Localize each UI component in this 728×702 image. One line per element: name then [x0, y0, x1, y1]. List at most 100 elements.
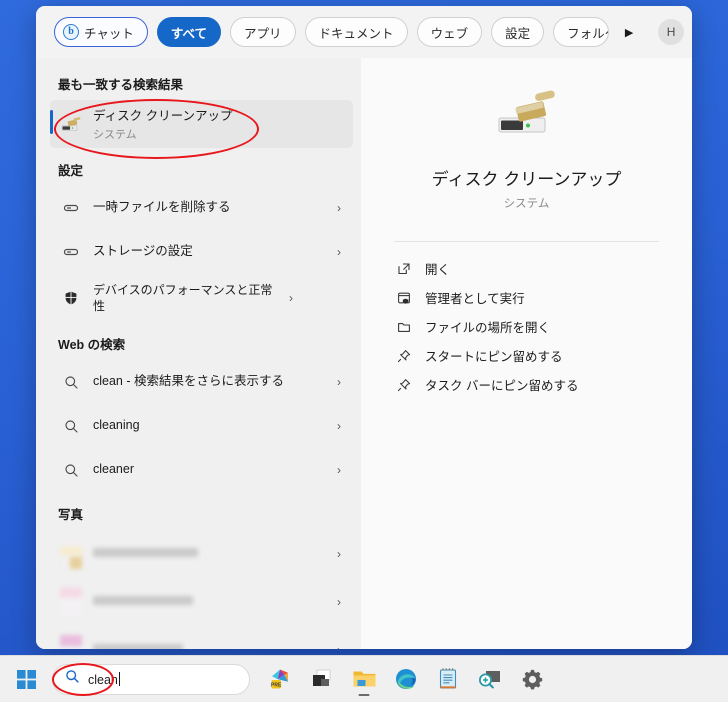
- photo-thumbnail: [60, 587, 82, 617]
- avatar-initial: H: [666, 25, 676, 39]
- open-external-icon: [396, 262, 412, 276]
- photo-item[interactable]: ›: [50, 530, 353, 578]
- taskbar-explorer-button[interactable]: [344, 659, 384, 699]
- task-view-icon: [313, 669, 331, 686]
- tab-all-label: すべて: [170, 26, 208, 41]
- windows-logo-icon: [16, 669, 36, 689]
- filter-tabbar: b チャット すべて アプリ ドキュメント ウェブ 設定 フォルダー ▶ H: [36, 6, 692, 58]
- notepad-icon: [439, 668, 457, 689]
- tab-settings[interactable]: 設定: [491, 17, 545, 47]
- chevron-right-icon: ›: [337, 419, 341, 433]
- action-run-as-administrator[interactable]: 管理者として実行: [394, 283, 659, 312]
- action-open[interactable]: 開く: [394, 254, 659, 283]
- tab-chat[interactable]: b チャット: [54, 17, 148, 47]
- taskbar-edge-button[interactable]: [386, 659, 426, 699]
- redacted-line: [93, 547, 198, 557]
- action-pin-taskbar-label: タスク バーにピン留めする: [425, 379, 579, 393]
- action-pin-to-start[interactable]: スタートにピン留めする: [394, 341, 659, 370]
- file-explorer-icon: [353, 671, 375, 687]
- chevron-right-icon: ›: [337, 245, 341, 259]
- run-as-admin-icon: [396, 291, 412, 305]
- search-flyout-window: b チャット すべて アプリ ドキュメント ウェブ 設定 フォルダー ▶ H: [36, 6, 692, 649]
- chevron-right-icon: ›: [337, 375, 341, 389]
- redacted-line: [93, 595, 193, 605]
- action-pin-to-taskbar[interactable]: タスク バーにピン留めする: [394, 370, 659, 399]
- overflow-arrow-glyph: ▶: [624, 26, 634, 39]
- storage-icon: [60, 200, 82, 216]
- tab-chat-label: チャット: [84, 26, 134, 41]
- web-item-clean-more-results[interactable]: clean - 検索結果をさらに表示する ›: [50, 360, 353, 404]
- result-item-text: ディスク クリーンアップ システム: [93, 107, 347, 142]
- tab-web[interactable]: ウェブ: [416, 17, 483, 47]
- preview-divider: [394, 241, 659, 242]
- tabbar-overflow-arrow-icon[interactable]: ▶: [618, 17, 640, 47]
- action-open-location-label: ファイルの場所を開く: [425, 321, 551, 335]
- photo-item-redacted-text: [93, 643, 326, 649]
- tab-settings-label: 設定: [505, 26, 531, 41]
- search-icon: [65, 669, 80, 689]
- tab-documents[interactable]: ドキュメント: [304, 17, 408, 47]
- taskbar-copilot-button[interactable]: PRE: [260, 659, 300, 699]
- chevron-right-icon: ›: [337, 463, 341, 477]
- bing-b-icon: b: [63, 24, 79, 40]
- taskbar-magnifier-button[interactable]: [470, 659, 510, 699]
- section-header-best-match: 最も一致する検索結果: [58, 78, 184, 92]
- taskbar-settings-button[interactable]: [512, 659, 552, 699]
- photo-thumbnail: [60, 635, 82, 649]
- web-item-cleaner[interactable]: cleaner ›: [50, 448, 353, 492]
- tab-folders-label: フォルダー: [567, 26, 608, 41]
- photo-thumbnail: [60, 539, 82, 569]
- section-header-web-search: Web の検索: [58, 338, 126, 352]
- preview-title: ディスク クリーンアップ: [431, 170, 622, 189]
- tab-folders[interactable]: フォルダー: [553, 17, 610, 47]
- text-caret: [118, 671, 120, 686]
- photo-item-redacted-text: [93, 595, 326, 609]
- taskbar-start-button[interactable]: [6, 659, 46, 699]
- disk-cleanup-icon: [491, 86, 563, 151]
- search-results-body: 最も一致する検索結果 ディスク クリーンアップ システム 設定 一時ファイルを削…: [36, 58, 692, 649]
- search-icon: [60, 375, 82, 390]
- edge-icon: [396, 669, 416, 689]
- running-indicator: [358, 693, 370, 696]
- folder-icon: [396, 320, 412, 334]
- settings-item-delete-temp-files[interactable]: 一時ファイルを削除する ›: [50, 186, 353, 230]
- magnifier-icon: [479, 671, 500, 689]
- taskbar-search-box[interactable]: clean: [52, 663, 250, 695]
- taskbar-taskview-button[interactable]: [302, 659, 342, 699]
- svg-text:PRE: PRE: [271, 682, 282, 688]
- settings-item-label: 一時ファイルを削除する: [93, 200, 231, 215]
- photo-item[interactable]: ›: [50, 578, 353, 626]
- chevron-right-icon: ›: [289, 291, 293, 305]
- office-copilot-icon: PRE: [271, 669, 288, 689]
- web-item-cleaning[interactable]: cleaning ›: [50, 404, 353, 448]
- settings-item-storage-settings[interactable]: ストレージの設定 ›: [50, 230, 353, 274]
- taskbar-notepad-button[interactable]: [428, 659, 468, 699]
- tab-apps[interactable]: アプリ: [230, 17, 296, 47]
- tab-documents-label: ドキュメント: [318, 26, 394, 41]
- tab-all[interactable]: すべて: [156, 17, 222, 47]
- chevron-right-icon: ›: [337, 595, 341, 609]
- chevron-right-icon: ›: [337, 643, 347, 649]
- photo-item-redacted-text: [93, 547, 326, 561]
- action-open-label: 開く: [425, 263, 451, 277]
- taskbar-search-input[interactable]: clean: [88, 671, 120, 687]
- shield-icon: [60, 290, 82, 306]
- result-item-disk-cleanup[interactable]: ディスク クリーンアップ システム: [50, 100, 353, 148]
- action-run-as-admin-label: 管理者として実行: [425, 292, 525, 306]
- preview-pane: ディスク クリーンアップ システム 開く 管理者として実行 ファイルの場所を開く…: [361, 58, 692, 649]
- pin-icon: [396, 349, 412, 363]
- result-item-subtitle: システム: [93, 128, 137, 141]
- results-list-pane: 最も一致する検索結果 ディスク クリーンアップ システム 設定 一時ファイルを削…: [36, 58, 361, 649]
- preview-subtitle: システム: [503, 198, 550, 210]
- action-open-file-location[interactable]: ファイルの場所を開く: [394, 312, 659, 341]
- section-header-settings: 設定: [58, 164, 84, 178]
- taskbar-search-value: clean: [88, 672, 118, 687]
- disk-cleanup-icon: [60, 114, 82, 134]
- pin-icon: [396, 378, 412, 392]
- settings-item-label: ストレージの設定: [93, 244, 193, 259]
- settings-item-device-performance[interactable]: デバイスのパフォーマンスと正常性 ›: [50, 274, 353, 322]
- redacted-line: [93, 643, 183, 649]
- web-item-label: cleaner: [93, 462, 134, 477]
- photo-item[interactable]: ›: [50, 626, 353, 649]
- avatar[interactable]: H: [658, 19, 685, 45]
